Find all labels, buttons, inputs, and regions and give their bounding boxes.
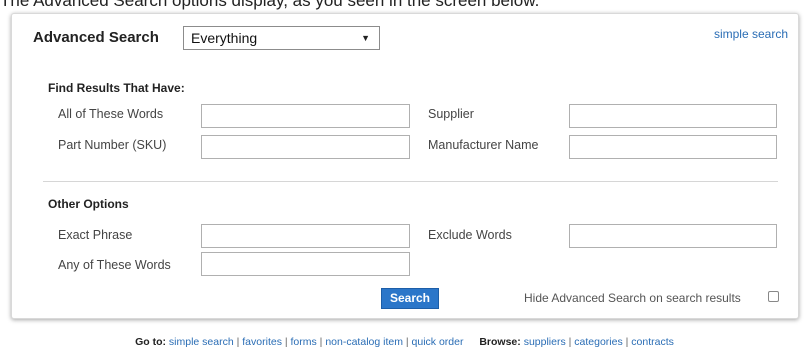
link-separator: | [281, 336, 291, 348]
footer-nav: Go to: simple search | favorites | forms… [0, 336, 809, 348]
footer-link-quick-order[interactable]: quick order [412, 336, 464, 348]
all-words-label: All of These Words [58, 107, 164, 121]
footer-link-non-catalog-item[interactable]: non-catalog item [325, 336, 403, 348]
footer-link-contracts[interactable]: contracts [631, 336, 674, 348]
page-caption: The Advanced Search options display, as … [0, 0, 540, 10]
other-options-heading: Other Options [48, 197, 129, 211]
any-words-label: Any of These Words [58, 258, 171, 272]
footer-link-suppliers[interactable]: suppliers [524, 336, 566, 348]
manufacturer-name-label: Manufacturer Name [428, 138, 539, 152]
any-words-input[interactable] [201, 252, 410, 276]
hide-advanced-search-label: Hide Advanced Search on search results [524, 291, 741, 305]
footer-link-categories[interactable]: categories [574, 336, 622, 348]
link-separator: | [622, 336, 632, 348]
link-separator: | [402, 336, 412, 348]
search-button[interactable]: Search [381, 288, 439, 309]
link-separator: | [565, 336, 575, 348]
footer-link-simple-search[interactable]: simple search [169, 336, 234, 348]
supplier-input[interactable] [569, 104, 777, 128]
browse-label: Browse: [479, 336, 521, 348]
exclude-words-input[interactable] [569, 224, 777, 248]
browse-links: suppliers | categories | contracts [524, 336, 674, 348]
manufacturer-name-input[interactable] [569, 135, 777, 159]
dropdown-arrow-icon: ▼ [361, 33, 370, 43]
part-number-label: Part Number (SKU) [58, 138, 167, 152]
footer-link-forms[interactable]: forms [291, 336, 317, 348]
footer-link-favorites[interactable]: favorites [242, 336, 282, 348]
search-scope-select[interactable]: Everything ▼ [183, 26, 380, 50]
supplier-label: Supplier [428, 107, 474, 121]
section-divider [43, 181, 778, 182]
all-words-input[interactable] [201, 104, 410, 128]
advanced-search-panel: Advanced Search Everything ▼ simple sear… [11, 13, 799, 319]
find-results-heading: Find Results That Have: [48, 81, 185, 95]
exact-phrase-input[interactable] [201, 224, 410, 248]
link-separator: | [233, 336, 243, 348]
exact-phrase-label: Exact Phrase [58, 228, 133, 242]
exclude-words-label: Exclude Words [428, 228, 512, 242]
part-number-input[interactable] [201, 135, 410, 159]
goto-links: simple search | favorites | forms | non-… [169, 336, 464, 348]
goto-label: Go to: [135, 336, 166, 348]
advanced-search-title: Advanced Search [33, 29, 159, 46]
search-scope-value: Everything [191, 30, 258, 46]
hide-advanced-search-checkbox[interactable] [768, 291, 779, 302]
simple-search-link[interactable]: simple search [714, 27, 788, 41]
